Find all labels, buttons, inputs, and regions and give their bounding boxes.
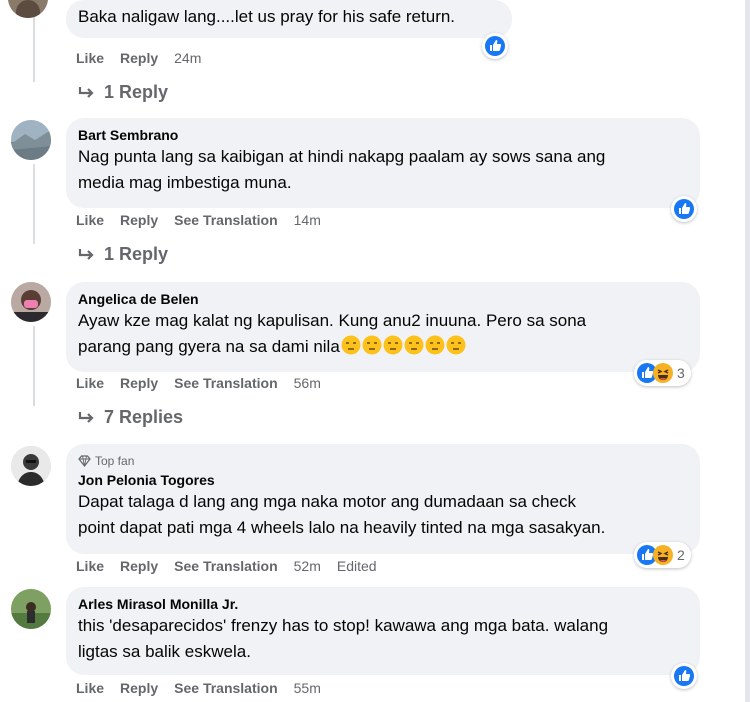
reply-arrow-icon <box>78 248 94 260</box>
comment-author[interactable]: Bart Sembrano <box>78 126 688 144</box>
like-reaction-icon <box>485 36 505 56</box>
timestamp[interactable]: 56m <box>294 375 321 391</box>
reply-button[interactable]: Reply <box>120 212 158 228</box>
top-fan-badge: Top fan <box>78 453 688 469</box>
replies-count: 1 Reply <box>104 82 169 102</box>
like-button[interactable]: Like <box>76 558 104 574</box>
comment-text: ligtas sa balik eskwela. <box>78 642 251 661</box>
comment-actions: Like Reply See Translation 52m Edited <box>76 558 377 574</box>
comment-bubble: Baka naligaw lang....let us pray for his… <box>66 0 512 38</box>
comment-bubble: Top fan Jon Pelonia Togores Dapat talaga… <box>66 444 700 554</box>
comment-text: parang pang gyera na sa dami nila <box>78 337 340 356</box>
unamused-emoji-icon <box>404 335 424 355</box>
timestamp[interactable]: 14m <box>294 212 321 228</box>
unamused-emoji-icon <box>341 335 361 355</box>
comment-text: Baka naligaw lang....let us pray for his… <box>78 7 456 26</box>
unamused-emoji-icon <box>425 335 445 355</box>
edited-label[interactable]: Edited <box>337 558 377 574</box>
comment-actions: Like Reply 24m <box>76 50 201 66</box>
comment-bubble: Bart Sembrano Nag punta lang sa kaibigan… <box>66 118 700 208</box>
comment-bubble: Arles Mirasol Monilla Jr. this 'desapare… <box>66 587 700 675</box>
view-replies-link[interactable]: 1 Reply <box>78 244 168 265</box>
timestamp[interactable]: 52m <box>294 558 321 574</box>
reaction-summary[interactable] <box>671 663 697 689</box>
timestamp[interactable]: 24m <box>174 50 201 66</box>
comment-author[interactable]: Arles Mirasol Monilla Jr. <box>78 595 688 613</box>
comment-actions: Like Reply See Translation 14m <box>76 212 321 228</box>
comment-text: Ayaw kze mag kalat ng kapulisan. Kung an… <box>78 311 587 330</box>
comment-text: Dapat talaga d lang ang mga naka motor a… <box>78 492 577 511</box>
like-reaction-icon <box>674 666 694 686</box>
reaction-count: 2 <box>677 547 685 563</box>
view-replies-link[interactable]: 7 Replies <box>78 407 183 428</box>
reaction-summary[interactable]: 3 <box>634 360 691 386</box>
like-button[interactable]: Like <box>76 680 104 696</box>
replies-count: 1 Reply <box>104 244 169 264</box>
reaction-summary[interactable] <box>482 33 508 59</box>
thread-line <box>33 164 35 244</box>
unamused-emoji-icon <box>383 335 403 355</box>
comment-text: Nag punta lang sa kaibigan at hindi naka… <box>78 147 606 166</box>
see-translation-link[interactable]: See Translation <box>174 680 277 696</box>
comment-text: media mag imbestiga muna. <box>78 173 292 192</box>
emoji-row <box>340 335 466 356</box>
avatar[interactable] <box>8 0 48 18</box>
reply-arrow-icon <box>78 86 94 98</box>
comment-text: this 'desaparecidos' frenzy has to stop!… <box>78 616 609 635</box>
top-fan-label: Top fan <box>95 454 135 468</box>
reply-button[interactable]: Reply <box>120 680 158 696</box>
unamused-emoji-icon <box>362 335 382 355</box>
comment-actions: Like Reply See Translation 55m <box>76 680 321 696</box>
reaction-summary[interactable] <box>671 196 697 222</box>
timestamp[interactable]: 55m <box>294 680 321 696</box>
replies-count: 7 Replies <box>104 407 184 427</box>
diamond-icon <box>78 455 91 467</box>
reply-button[interactable]: Reply <box>120 558 158 574</box>
like-button[interactable]: Like <box>76 50 104 66</box>
haha-reaction-icon <box>653 363 673 383</box>
reaction-summary[interactable]: 2 <box>634 542 691 568</box>
avatar[interactable] <box>11 446 51 486</box>
avatar[interactable] <box>11 282 51 322</box>
see-translation-link[interactable]: See Translation <box>174 558 277 574</box>
like-reaction-icon <box>674 199 694 219</box>
see-translation-link[interactable]: See Translation <box>174 375 277 391</box>
like-button[interactable]: Like <box>76 212 104 228</box>
thread-line <box>33 326 35 406</box>
reply-button[interactable]: Reply <box>120 50 158 66</box>
like-button[interactable]: Like <box>76 375 104 391</box>
avatar[interactable] <box>11 120 51 160</box>
reply-button[interactable]: Reply <box>120 375 158 391</box>
comment-text: point dapat pati mga 4 wheels lalo na he… <box>78 518 606 537</box>
reaction-count: 3 <box>677 365 685 381</box>
comment-actions: Like Reply See Translation 56m <box>76 375 321 391</box>
window-edge <box>745 0 750 702</box>
comment-author[interactable]: Jon Pelonia Togores <box>78 471 688 489</box>
reply-arrow-icon <box>78 411 94 423</box>
comment-bubble: Angelica de Belen Ayaw kze mag kalat ng … <box>66 282 700 372</box>
avatar[interactable] <box>11 589 51 629</box>
see-translation-link[interactable]: See Translation <box>174 212 277 228</box>
view-replies-link[interactable]: 1 Reply <box>78 82 168 103</box>
haha-reaction-icon <box>653 545 673 565</box>
unamused-emoji-icon <box>446 335 466 355</box>
comment-author[interactable]: Angelica de Belen <box>78 290 688 308</box>
